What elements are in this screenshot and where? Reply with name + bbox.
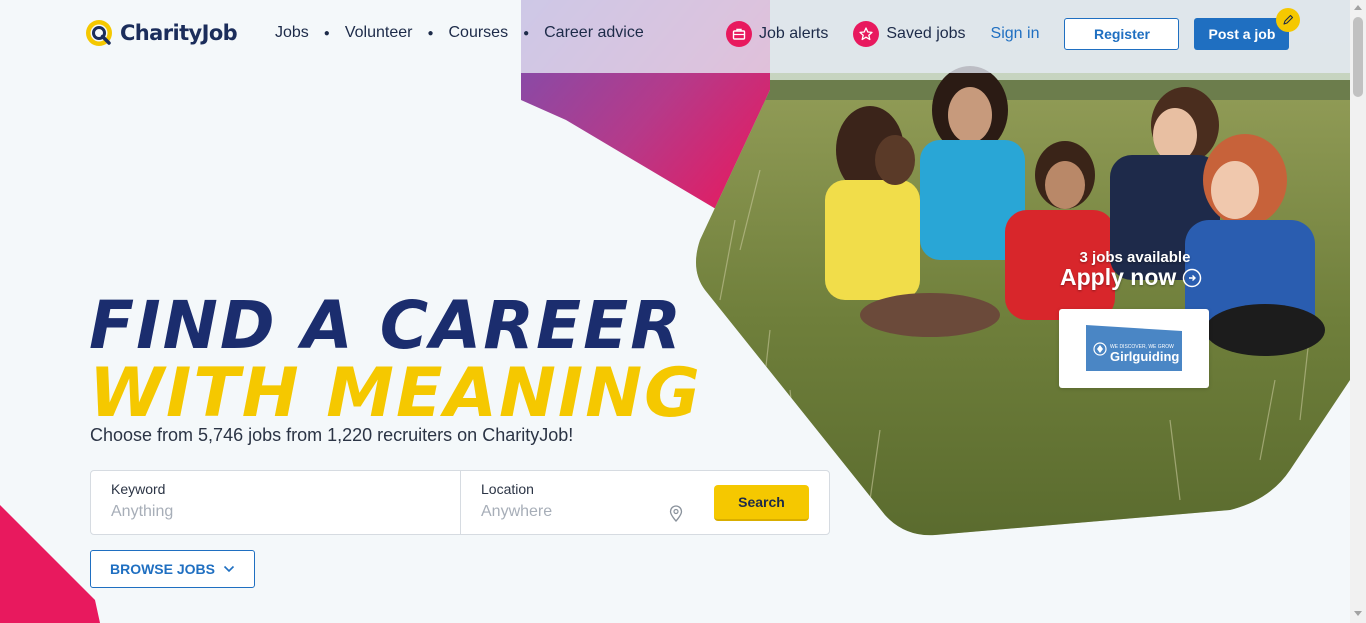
location-label: Location <box>481 481 534 497</box>
star-icon <box>853 21 880 47</box>
headline-line-2: WITH MEANING <box>89 354 702 433</box>
headline-line-1: FIND A CAREER <box>89 287 684 364</box>
hero-headline: FIND A CAREER WITH MEANING <box>89 287 702 433</box>
job-search-form: Keyword Location Search <box>90 470 830 535</box>
featured-job-link[interactable]: 3 jobs available Apply now <box>1060 249 1210 291</box>
keyword-input[interactable] <box>111 503 431 521</box>
job-alerts-label: Job alerts <box>759 25 829 42</box>
map-pin-icon[interactable] <box>669 505 683 522</box>
recruiter-logo-card[interactable]: WE DISCOVER, WE GROW Girlguiding <box>1059 309 1209 388</box>
site-header: CharityJob Jobs ● Volunteer ● Courses ● … <box>0 0 1350 73</box>
chevron-down-icon <box>223 565 235 573</box>
keyword-label: Keyword <box>111 481 166 497</box>
browse-jobs-label: BROWSE JOBS <box>109 561 215 577</box>
job-alerts-link[interactable]: Job alerts <box>726 21 828 47</box>
register-button[interactable]: Register <box>1064 18 1180 50</box>
apply-now-label: Apply now <box>1060 264 1177 290</box>
nav-volunteer[interactable]: Volunteer <box>345 24 413 42</box>
location-field: Location <box>461 471 711 534</box>
post-job-label: Post a job <box>1208 26 1276 42</box>
logo-text: CharityJob <box>120 21 238 45</box>
nav-career-advice[interactable]: Career advice <box>544 24 644 42</box>
scroll-up-icon[interactable] <box>1354 5 1362 10</box>
saved-jobs-label: Saved jobs <box>886 25 966 42</box>
post-job-button[interactable]: Post a job <box>1194 8 1301 50</box>
girlguiding-logo: WE DISCOVER, WE GROW Girlguiding <box>1086 324 1182 371</box>
account-nav: Job alerts Saved jobs Sign in Register P… <box>726 8 1301 50</box>
scrollbar-thumb[interactable] <box>1353 17 1363 97</box>
keyword-field: Keyword <box>91 471 461 534</box>
briefcase-icon <box>726 21 752 47</box>
arrow-circle-icon <box>1183 268 1202 287</box>
logo-icon <box>86 20 112 46</box>
sign-in-link[interactable]: Sign in <box>991 25 1040 43</box>
page: CharityJob Jobs ● Volunteer ● Courses ● … <box>0 0 1350 623</box>
logo[interactable]: CharityJob <box>84 18 238 48</box>
main-nav: Jobs ● Volunteer ● Courses ● Career advi… <box>275 24 644 42</box>
decorative-pink-corner <box>0 505 100 623</box>
nav-jobs[interactable]: Jobs <box>275 24 309 42</box>
nav-separator: ● <box>323 27 330 39</box>
scroll-down-icon[interactable] <box>1354 611 1362 616</box>
location-input[interactable] <box>481 503 661 521</box>
apply-now-link[interactable]: Apply now <box>1060 264 1210 291</box>
recruiter-name: Girlguiding <box>1110 349 1179 364</box>
page-scrollbar[interactable] <box>1350 0 1366 623</box>
search-button[interactable]: Search <box>714 485 809 521</box>
nav-separator: ● <box>427 27 434 39</box>
nav-separator: ● <box>523 27 530 39</box>
nav-courses[interactable]: Courses <box>449 24 509 42</box>
hero-subline: Choose from 5,746 jobs from 1,220 recrui… <box>90 425 574 445</box>
saved-jobs-link[interactable]: Saved jobs <box>853 21 966 47</box>
browse-jobs-button[interactable]: BROWSE JOBS <box>90 550 255 588</box>
